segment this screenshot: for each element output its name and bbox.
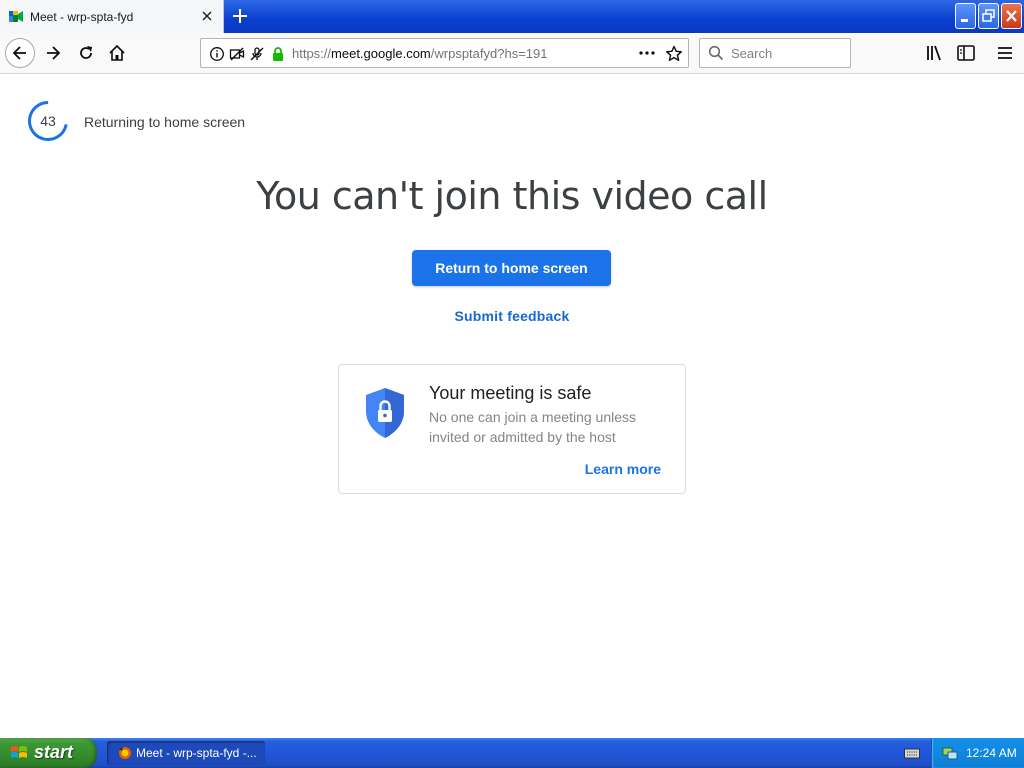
learn-more-link[interactable]: Learn more (585, 461, 661, 477)
close-window-button[interactable] (1001, 3, 1022, 29)
returning-status: Returning to home screen (84, 114, 246, 130)
taskbar-item-label: Meet - wrp-spta-fyd -... (136, 746, 257, 760)
shield-lock-icon (366, 388, 404, 438)
reload-icon (80, 46, 92, 59)
minimize-icon (961, 19, 968, 22)
keyboard-icon[interactable] (904, 747, 920, 759)
safe-description: No one can join a meeting unless invited… (429, 409, 637, 445)
clock: 12:24 AM (966, 746, 1017, 760)
start-label: start (34, 742, 74, 762)
bookmark-star-icon[interactable] (665, 45, 683, 63)
home-button[interactable] (102, 38, 132, 68)
search-icon (708, 45, 724, 61)
close-tab-icon[interactable] (199, 8, 215, 24)
start-button[interactable]: start (0, 738, 97, 768)
microphone-blocked-icon[interactable] (249, 46, 265, 62)
tab-meet[interactable]: Meet - wrp-spta-fyd (0, 0, 224, 33)
navigation-toolbar: https://meet.google.com/wrpsptafyd?hs=19… (0, 33, 1024, 74)
new-tab-icon[interactable] (230, 6, 250, 26)
camera-blocked-icon[interactable] (229, 46, 245, 62)
reload-button[interactable] (71, 38, 101, 68)
meeting-safe-card: Your meeting is safe No one can join a m… (338, 364, 686, 494)
feedback-container: Submit feedback (0, 308, 1024, 324)
page-actions-icon[interactable] (638, 45, 656, 61)
countdown-timer: 43 (27, 100, 69, 142)
google-meet-icon (9, 11, 23, 22)
sidebar-icon[interactable] (956, 44, 976, 62)
submit-feedback-link[interactable]: Submit feedback (454, 308, 569, 324)
search-bar[interactable]: Search (699, 38, 851, 68)
safe-title: Your meeting is safe (429, 383, 592, 403)
back-button[interactable] (5, 38, 35, 68)
lock-icon[interactable] (270, 46, 286, 62)
info-icon[interactable] (209, 46, 225, 62)
minimize-button[interactable] (955, 3, 976, 29)
system-tray: 12:24 AM (931, 738, 1024, 768)
page-title: You can't join this video call (256, 174, 768, 218)
taskbar: start Meet - wrp-spta-fyd -... 12:24 AM (0, 738, 1024, 768)
windows-logo-icon (11, 746, 27, 758)
hamburger-menu-icon[interactable] (995, 44, 1015, 62)
url-text: https://meet.google.com/wrpsptafyd?hs=19… (292, 46, 548, 61)
arrow-left-icon (12, 46, 26, 60)
browser-titlebar: Meet - wrp-spta-fyd (0, 0, 1024, 33)
search-placeholder: Search (731, 46, 773, 61)
home-icon (109, 44, 125, 61)
restore-icon (982, 9, 995, 22)
firefox-icon (119, 747, 131, 759)
return-home-button[interactable]: Return to home screen (412, 250, 611, 286)
arrow-right-icon (47, 46, 61, 60)
forward-button[interactable] (38, 38, 68, 68)
url-bar[interactable]: https://meet.google.com/wrpsptafyd?hs=19… (200, 38, 689, 68)
restore-button[interactable] (978, 3, 999, 29)
library-icon[interactable] (925, 44, 945, 62)
countdown-number: 43 (40, 113, 56, 129)
close-icon (1006, 10, 1017, 22)
tab-title: Meet - wrp-spta-fyd (30, 10, 134, 24)
taskbar-item-meet[interactable]: Meet - wrp-spta-fyd -... (107, 741, 265, 765)
network-icon[interactable] (942, 745, 958, 761)
